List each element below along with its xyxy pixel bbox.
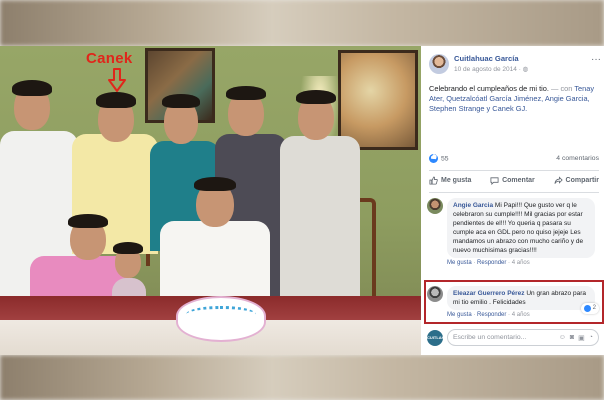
post-actions: Me gusta Comentar Compartir xyxy=(429,176,599,185)
avatar[interactable] xyxy=(429,54,449,74)
wall-painting xyxy=(338,50,418,150)
blurred-background-bottom xyxy=(0,355,604,400)
post-header: Cuitlahuac García 10 de agosto de 2014 ·… xyxy=(429,54,528,74)
highlight-box xyxy=(424,280,604,324)
comment-input[interactable]: Escribe un comentario... ☺ ◙ ▣ ◔ xyxy=(447,329,599,346)
comments-count[interactable]: 4 comentarios xyxy=(556,155,599,162)
photo-annotation-label: Canek xyxy=(86,50,133,67)
write-comment-row: CUITLAHUAC Escribe un comentario... ☺ ◙ … xyxy=(427,329,599,346)
post-photo[interactable] xyxy=(0,46,421,355)
avatar[interactable] xyxy=(427,198,443,214)
comment: Angie Garcia Mi Papi!!! Que gusto ver q … xyxy=(427,198,595,266)
share-button[interactable]: Compartir xyxy=(554,176,599,185)
blurred-background-top xyxy=(0,0,604,46)
comment-like-link[interactable]: Me gusta xyxy=(447,260,472,266)
post-caption: Celebrando el cumpleaños de mi tio. — co… xyxy=(429,84,599,114)
avatar: CUITLAHUAC xyxy=(427,329,453,346)
divider xyxy=(429,170,599,171)
share-icon xyxy=(554,176,563,184)
comment-button[interactable]: Comentar xyxy=(490,176,535,185)
caption-separator: — con xyxy=(548,84,575,93)
sticker-icon[interactable]: ◔ xyxy=(589,334,593,342)
thumbs-up-icon xyxy=(429,176,438,185)
caption-text: Celebrando el cumpleaños de mi tio. xyxy=(429,84,549,93)
arrow-down-icon xyxy=(108,68,126,92)
divider xyxy=(429,192,599,193)
commenter-name[interactable]: Angie Garcia xyxy=(453,202,493,209)
camera-icon[interactable]: ◙ xyxy=(570,334,574,342)
globe-icon: ◍ xyxy=(522,66,529,73)
birthday-cake xyxy=(176,296,266,342)
post-date[interactable]: 10 de agosto de 2014 · ◍ xyxy=(454,65,528,73)
emoji-icon[interactable]: ☺ xyxy=(559,334,566,342)
comment-meta: Me gusta · Responder · 4 años xyxy=(447,260,530,266)
gif-icon[interactable]: ▣ xyxy=(578,334,585,342)
comment-icon xyxy=(490,177,499,185)
post-stats: 55 4 comentarios xyxy=(429,154,599,163)
comment-reply-link[interactable]: Responder xyxy=(477,260,506,266)
comment-text: Mi Papi!!! Que gusto ver q le celebraron… xyxy=(453,202,584,254)
likes-summary[interactable]: 55 xyxy=(429,154,449,163)
more-options-icon[interactable]: ··· xyxy=(591,54,601,65)
comment-input-placeholder: Escribe un comentario... xyxy=(453,334,527,341)
comment-time[interactable]: 4 años xyxy=(512,260,530,266)
post-author[interactable]: Cuitlahuac García xyxy=(454,54,528,63)
comment-bubble: Angie Garcia Mi Papi!!! Que gusto ver q … xyxy=(447,198,595,258)
like-reaction-icon xyxy=(429,154,438,163)
like-button[interactable]: Me gusta xyxy=(429,176,471,185)
